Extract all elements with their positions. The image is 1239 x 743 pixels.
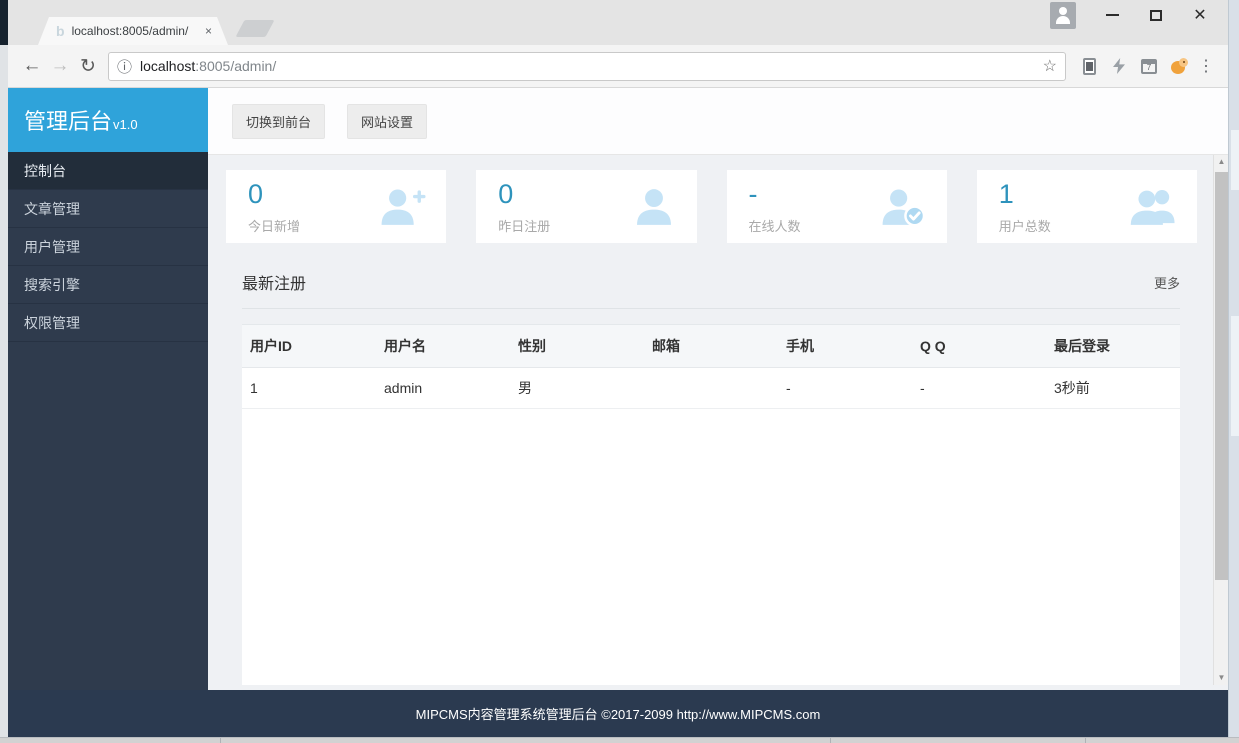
background-divider: [830, 738, 831, 743]
stat-card-online-users: - 在线人数: [726, 170, 947, 243]
url-host: localhost: [140, 58, 196, 74]
stat-card-total-users: 1 用户总数: [976, 170, 1197, 243]
col-email: 邮箱: [644, 325, 778, 368]
cell-gender: 男: [510, 367, 644, 409]
background-divider: [1085, 738, 1086, 743]
profile-body-shape: [1056, 16, 1070, 24]
maximize-button[interactable]: [1134, 0, 1178, 30]
sidebar-version: v1.0: [113, 116, 138, 132]
table-header-row: 用户ID 用户名 性别 邮箱 手机 Q Q 最后登录: [242, 325, 1180, 368]
col-qq: Q Q: [912, 325, 1046, 368]
scroll-down-icon[interactable]: ▼: [1214, 671, 1228, 685]
address-bar[interactable]: ⓘ localhost :8005/admin/ ☆: [108, 51, 1066, 81]
sidebar-item-console[interactable]: 控制台: [8, 152, 208, 190]
profile-head-shape: [1059, 7, 1067, 15]
minimize-button[interactable]: [1090, 0, 1134, 30]
sidebar-menu: 控制台 文章管理 用户管理 搜索引擎 权限管理: [8, 152, 208, 342]
sidebar-item-articles[interactable]: 文章管理: [8, 190, 208, 228]
background-left-sliver: [0, 0, 8, 743]
browser-tab[interactable]: b localhost:8005/admin/ ×: [38, 17, 228, 45]
cell-username: admin: [376, 367, 510, 409]
dashboard-content: 0 今日新增 0 昨日注册 - 在线人数 1 用户总数 最新注册 更多 用户ID…: [208, 155, 1228, 685]
sidebar-item-search-engine[interactable]: 搜索引擎: [8, 266, 208, 304]
panel-divider: [242, 308, 1180, 309]
screen: b localhost:8005/admin/ × ✕ ← → ↻ ⓘ loca…: [0, 0, 1239, 743]
switch-to-frontend-button[interactable]: 切换到前台: [232, 103, 326, 139]
more-link[interactable]: 更多: [1154, 273, 1180, 292]
forward-icon: →: [50, 55, 70, 76]
admin-page: 管理后台 v1.0 控制台 文章管理 用户管理 搜索引擎 权限管理 切换到前台: [8, 88, 1228, 737]
close-button[interactable]: ✕: [1178, 0, 1222, 30]
window-controls: ✕: [1090, 0, 1222, 30]
refresh-icon[interactable]: ↻: [74, 55, 102, 78]
stat-cards: 0 今日新增 0 昨日注册 - 在线人数 1 用户总数: [226, 170, 1197, 243]
background-window-edge: [0, 0, 8, 45]
minimize-icon: [1105, 14, 1119, 16]
lightning-extension-icon[interactable]: [1104, 51, 1134, 81]
tab-title: localhost:8005/admin/: [71, 24, 189, 38]
browser-titlebar: b localhost:8005/admin/ × ✕: [8, 0, 1228, 45]
page-info-icon[interactable]: ⓘ: [117, 56, 132, 77]
stat-card-yesterday-registered: 0 昨日注册: [476, 170, 697, 243]
col-phone: 手机: [778, 325, 912, 368]
tab-favicon-icon: b: [56, 23, 65, 39]
user-plus-icon: [378, 184, 428, 230]
background-window-fragment: [1231, 316, 1239, 436]
footer-text: MIPCMS内容管理系统管理后台 ©2017-2099 http://www.M…: [415, 707, 821, 722]
col-username: 用户名: [376, 325, 510, 368]
sidebar-header: 管理后台 v1.0: [8, 88, 208, 152]
sidebar: 管理后台 v1.0 控制台 文章管理 用户管理 搜索引擎 权限管理: [8, 88, 208, 690]
user-icon: [629, 184, 679, 230]
background-right-sliver: [1228, 0, 1239, 743]
users-icon: [1129, 184, 1179, 230]
admin-footer: MIPCMS内容管理系统管理后台 ©2017-2099 http://www.M…: [8, 690, 1228, 737]
admin-topbar: 切换到前台 网站设置: [208, 88, 1228, 155]
tab-close-icon[interactable]: ×: [205, 24, 212, 38]
browser-menu-icon[interactable]: ⋮: [1194, 56, 1218, 76]
page-scrollbar[interactable]: ▲ ▼: [1213, 155, 1228, 685]
bird-extension-icon[interactable]: [1164, 51, 1194, 81]
site-settings-button[interactable]: 网站设置: [347, 103, 428, 139]
browser-window: b localhost:8005/admin/ × ✕ ← → ↻ ⓘ loca…: [8, 0, 1228, 737]
background-window-fragment: [1231, 130, 1239, 190]
main-area: 切换到前台 网站设置 0 今日新增 0 昨日注册 - 在线人数 1 用户总数 最…: [208, 88, 1228, 690]
scrollbar-thumb[interactable]: [1215, 172, 1228, 580]
new-tab-button[interactable]: [235, 20, 275, 37]
cell-email: [644, 367, 778, 409]
table-row: 1 admin 男 - - 3秒前: [242, 367, 1180, 409]
calendar-extension-icon[interactable]: 7: [1134, 51, 1164, 81]
bookmark-star-icon[interactable]: ☆: [1043, 56, 1057, 76]
latest-registered-table: 用户ID 用户名 性别 邮箱 手机 Q Q 最后登录 1 admin 男 - -…: [242, 324, 1180, 685]
cell-user-id: 1: [242, 367, 376, 409]
device-extension-icon[interactable]: [1074, 51, 1104, 81]
back-icon[interactable]: ←: [18, 55, 46, 77]
scroll-up-icon[interactable]: ▲: [1214, 155, 1228, 169]
profile-icon[interactable]: [1050, 2, 1076, 29]
url-path: :8005/admin/: [195, 58, 277, 74]
sidebar-item-users[interactable]: 用户管理: [8, 228, 208, 266]
col-user-id: 用户ID: [242, 325, 376, 368]
cell-last-login: 3秒前: [1046, 367, 1180, 409]
col-gender: 性别: [510, 325, 644, 368]
panel-title: 最新注册: [242, 276, 307, 293]
maximize-icon: [1150, 9, 1162, 21]
sidebar-item-permissions[interactable]: 权限管理: [8, 304, 208, 342]
latest-registered-panel-header: 最新注册 更多: [242, 268, 1180, 296]
cell-phone: -: [778, 367, 912, 409]
stat-card-today-new: 0 今日新增: [226, 170, 447, 243]
browser-toolbar: ← → ↻ ⓘ localhost :8005/admin/ ☆ 7 ⋮: [8, 45, 1228, 88]
background-bottom-strip: [0, 737, 1239, 743]
background-divider: [220, 738, 221, 743]
col-last-login: 最后登录: [1046, 325, 1180, 368]
sidebar-title: 管理后台: [24, 109, 113, 134]
cell-qq: -: [912, 367, 1046, 409]
user-check-icon: [879, 184, 929, 230]
